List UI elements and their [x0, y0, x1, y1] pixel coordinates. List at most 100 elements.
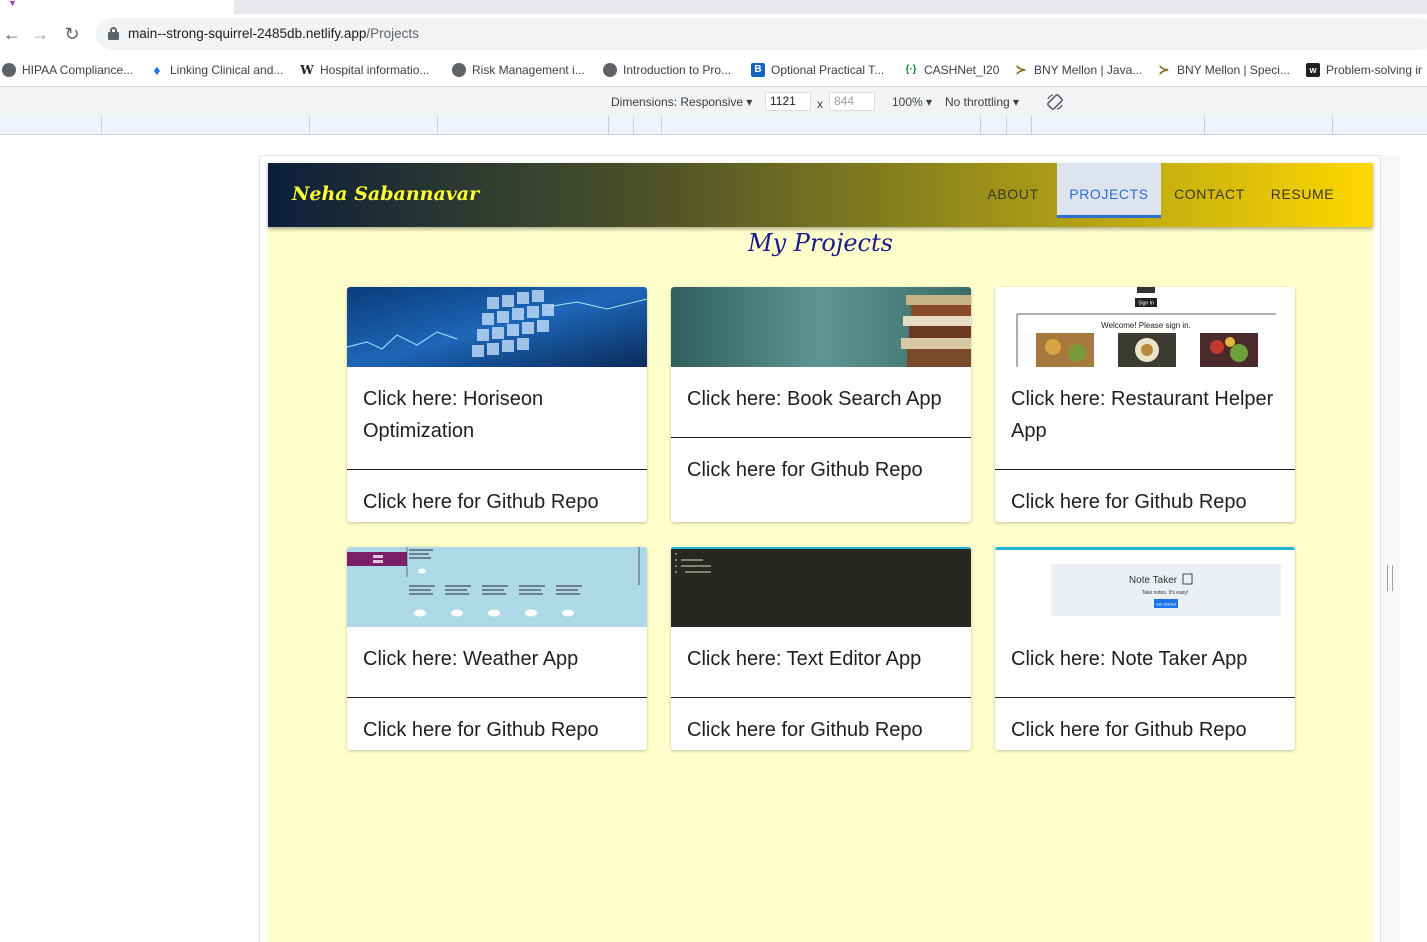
github-repo-link[interactable]: Click here for Github Repo	[363, 719, 599, 742]
bookmark-item[interactable]: ≻ BNY Mellon | Speci...	[1157, 62, 1290, 78]
project-title[interactable]: Click here: Book Search App	[687, 383, 959, 415]
bracket-icon: {·}	[905, 64, 917, 75]
resize-handle[interactable]	[1387, 565, 1393, 591]
bookmark-label: Hospital informatio...	[320, 63, 430, 77]
browser-toolbar: ← → ↻ main--strong-squirrel-2485db.netli…	[0, 14, 1427, 54]
note-title-text: Note Taker	[1129, 575, 1178, 586]
project-thumbnail: Note Taker Take notes. It's easy! Get St…	[995, 547, 1295, 627]
project-card-restaurant-helper[interactable]: Sign In Welcome! Please sign in. Click h…	[995, 287, 1295, 522]
dimension-separator: x	[817, 97, 823, 111]
bookmark-label: BNY Mellon | Speci...	[1177, 63, 1290, 77]
zoom-dropdown[interactable]: 100% ▾	[892, 95, 932, 109]
card-divider	[347, 469, 647, 470]
tab-strip: ▼	[0, 0, 1427, 14]
globe-icon	[452, 63, 466, 77]
flame-icon: ♦	[153, 62, 161, 78]
bookmark-item[interactable]: ≻ BNY Mellon | Java...	[1014, 62, 1143, 78]
globe-icon	[603, 63, 617, 77]
rotate-icon[interactable]	[1046, 93, 1064, 111]
media-query-ruler[interactable]	[0, 116, 1427, 135]
project-card-note-taker[interactable]: Note Taker Take notes. It's easy! Get St…	[995, 547, 1295, 750]
inactive-tab-area[interactable]	[234, 0, 1427, 14]
bookmark-item[interactable]: HIPAA Compliance...	[2, 62, 133, 78]
reload-icon[interactable]: ↻	[60, 22, 84, 46]
device-frame-gutter	[1381, 155, 1400, 942]
bookmark-label: HIPAA Compliance...	[22, 63, 134, 77]
nav-contact[interactable]: CONTACT	[1165, 163, 1254, 218]
project-title[interactable]: Click here: Note Taker App	[1011, 643, 1283, 675]
bookmark-item[interactable]: {·} CASHNet_I20	[904, 62, 999, 78]
note-sub-text: Take notes. It's easy!	[1142, 590, 1189, 596]
forage-icon: ≻	[1158, 62, 1170, 77]
bookmarks-bar: HIPAA Compliance... ♦ Linking Clinical an…	[0, 54, 1427, 86]
project-card-book-search[interactable]: Click here: Book Search App Click here f…	[671, 287, 971, 522]
nav-projects[interactable]: PROJECTS	[1057, 163, 1161, 218]
project-card-horiseon[interactable]: Click here: Horiseon Optimization Click …	[347, 287, 647, 522]
forage-icon: ≻	[1015, 62, 1027, 77]
lock-icon	[108, 27, 119, 40]
page-title: My Projects	[748, 229, 893, 257]
dimensions-dropdown[interactable]: Dimensions: Responsive ▾	[611, 95, 752, 109]
project-title[interactable]: Click here: Weather App	[363, 643, 635, 675]
caret-down-icon: ▾	[926, 95, 933, 109]
site-header: Neha Sabannavar ABOUT PROJECTS CONTACT R…	[268, 163, 1373, 227]
github-repo-link[interactable]: Click here for Github Repo	[687, 719, 923, 742]
address-bar[interactable]: main--strong-squirrel-2485db.netlify.app…	[96, 18, 1427, 50]
bookmark-label: CASHNet_I20	[924, 63, 1000, 77]
bookmark-item[interactable]: Introduction to Pro...	[603, 62, 731, 78]
device-toolbar: Dimensions: Responsive ▾ 1121 x 844 100%…	[0, 86, 1427, 116]
nav-resume[interactable]: RESUME	[1264, 163, 1341, 218]
tab-favicon-icon: ▼	[8, 0, 17, 8]
card-divider	[671, 697, 971, 698]
bookmark-item[interactable]: W Hospital informatio...	[300, 62, 429, 78]
active-tab[interactable]: ▼	[0, 0, 234, 14]
project-thumbnail	[347, 287, 647, 367]
brand-name[interactable]: Neha Sabannavar	[292, 183, 479, 205]
bookmark-label: Problem-solving ir	[1326, 63, 1423, 77]
bookmark-label: Introduction to Pro...	[623, 63, 732, 77]
url-host: main--strong-squirrel-2485db.netlify.app	[128, 26, 367, 41]
project-title[interactable]: Click here: Restaurant Helper App	[1011, 383, 1283, 447]
nav-about[interactable]: ABOUT	[973, 163, 1053, 218]
project-card-weather[interactable]: Click here: Weather App Click here for G…	[347, 547, 647, 750]
bookmark-item[interactable]: ♦ Linking Clinical and...	[150, 62, 283, 78]
bookmark-label: Optional Practical T...	[771, 63, 885, 77]
portfolio-page: Neha Sabannavar ABOUT PROJECTS CONTACT R…	[268, 163, 1373, 942]
github-repo-link[interactable]: Click here for Github Repo	[687, 459, 923, 482]
dimensions-label: Dimensions: Responsive	[611, 95, 744, 109]
bookmark-item[interactable]: Risk Management i...	[452, 62, 585, 78]
zoom-label: 100%	[892, 95, 923, 109]
forward-arrow-icon[interactable]: →	[28, 22, 52, 46]
bookmark-item[interactable]: w Problem-solving ir	[1306, 62, 1422, 78]
project-title[interactable]: Click here: Horiseon Optimization	[363, 383, 635, 447]
back-arrow-icon[interactable]: ←	[0, 22, 24, 46]
card-divider	[995, 469, 1295, 470]
height-input[interactable]: 844	[829, 92, 875, 111]
w-icon: w	[1306, 63, 1320, 77]
b-icon: B	[751, 63, 765, 77]
project-title[interactable]: Click here: Text Editor App	[687, 643, 959, 675]
project-card-text-editor[interactable]: Click here: Text Editor App Click here f…	[671, 547, 971, 750]
project-thumbnail	[671, 287, 971, 367]
github-repo-link[interactable]: Click here for Github Repo	[1011, 491, 1247, 514]
card-divider	[671, 437, 971, 438]
globe-icon	[2, 63, 16, 77]
url-text: main--strong-squirrel-2485db.netlify.app…	[128, 26, 419, 41]
caret-down-icon: ▾	[1013, 95, 1020, 109]
card-divider	[995, 697, 1295, 698]
caret-down-icon: ▾	[746, 95, 753, 109]
github-repo-link[interactable]: Click here for Github Repo	[1011, 719, 1247, 742]
bookmark-label: BNY Mellon | Java...	[1034, 63, 1143, 77]
card-divider	[347, 697, 647, 698]
restaurant-welcome-text: Welcome! Please sign in.	[1101, 321, 1191, 330]
bookmark-item[interactable]: B Optional Practical T...	[751, 62, 884, 78]
project-thumbnail	[347, 547, 647, 627]
note-button-text: Get Started	[1156, 602, 1176, 607]
github-repo-link[interactable]: Click here for Github Repo	[363, 491, 599, 514]
project-thumbnail: Sign In Welcome! Please sign in.	[995, 287, 1295, 367]
url-path: /Projects	[366, 26, 419, 41]
throttling-label: No throttling	[945, 95, 1010, 109]
width-input[interactable]: 1121	[765, 92, 811, 111]
throttling-dropdown[interactable]: No throttling ▾	[945, 95, 1019, 109]
wikipedia-icon: W	[300, 63, 314, 77]
